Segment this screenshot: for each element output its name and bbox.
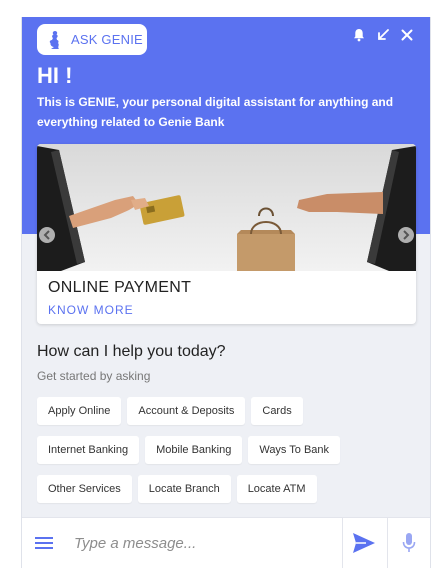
ask-genie-label: ASK GENIE bbox=[71, 32, 143, 47]
suggestion-chips: Apply Online Account & Deposits Cards In… bbox=[37, 397, 427, 514]
suggestion-row: Internet Banking Mobile Banking Ways To … bbox=[37, 436, 427, 464]
chevron-left-icon bbox=[43, 230, 50, 240]
online-payment-image bbox=[37, 144, 416, 271]
suggestion-mobile-banking[interactable]: Mobile Banking bbox=[145, 436, 243, 464]
ask-genie-button[interactable]: ASK GENIE bbox=[37, 24, 147, 55]
help-title: How can I help you today? bbox=[37, 343, 226, 360]
bell-icon[interactable] bbox=[352, 28, 366, 42]
chevron-right-icon bbox=[403, 230, 410, 240]
suggestion-apply-online[interactable]: Apply Online bbox=[37, 397, 122, 425]
suggestion-other-services[interactable]: Other Services bbox=[37, 475, 132, 503]
carousel-prev-button[interactable] bbox=[39, 227, 55, 243]
genie-icon bbox=[49, 30, 59, 49]
message-input[interactable] bbox=[74, 528, 334, 558]
greeting-subtitle: This is GENIE, your personal digital ass… bbox=[37, 95, 394, 129]
carousel-next-button[interactable] bbox=[398, 227, 414, 243]
carousel-card[interactable]: ONLINE PAYMENT KNOW MORE bbox=[37, 144, 416, 324]
suggestion-account-deposits[interactable]: Account & Deposits bbox=[127, 397, 246, 425]
suggestion-row: Apply Online Account & Deposits Cards bbox=[37, 397, 427, 425]
menu-icon[interactable] bbox=[35, 535, 53, 551]
message-composer bbox=[22, 517, 430, 568]
suggestion-locate-atm[interactable]: Locate ATM bbox=[236, 475, 317, 503]
send-icon[interactable] bbox=[352, 532, 376, 554]
card-title: ONLINE PAYMENT bbox=[48, 279, 192, 296]
microphone-icon[interactable] bbox=[402, 532, 416, 554]
suggestion-row: Other Services Locate Branch Locate ATM bbox=[37, 475, 427, 503]
suggestion-locate-branch[interactable]: Locate Branch bbox=[137, 475, 231, 503]
header-actions bbox=[352, 28, 414, 42]
minimize-icon[interactable] bbox=[376, 28, 390, 42]
chat-widget: ASK GENIE HI ! This is GENIE, your perso… bbox=[21, 17, 431, 568]
greeting-title: HI ! bbox=[37, 63, 73, 88]
suggestion-internet-banking[interactable]: Internet Banking bbox=[37, 436, 140, 464]
close-icon[interactable] bbox=[400, 28, 414, 42]
suggestion-ways-to-bank[interactable]: Ways To Bank bbox=[248, 436, 341, 464]
know-more-link[interactable]: KNOW MORE bbox=[48, 303, 134, 317]
suggestion-cards[interactable]: Cards bbox=[251, 397, 303, 425]
help-subtitle: Get started by asking bbox=[37, 369, 151, 383]
